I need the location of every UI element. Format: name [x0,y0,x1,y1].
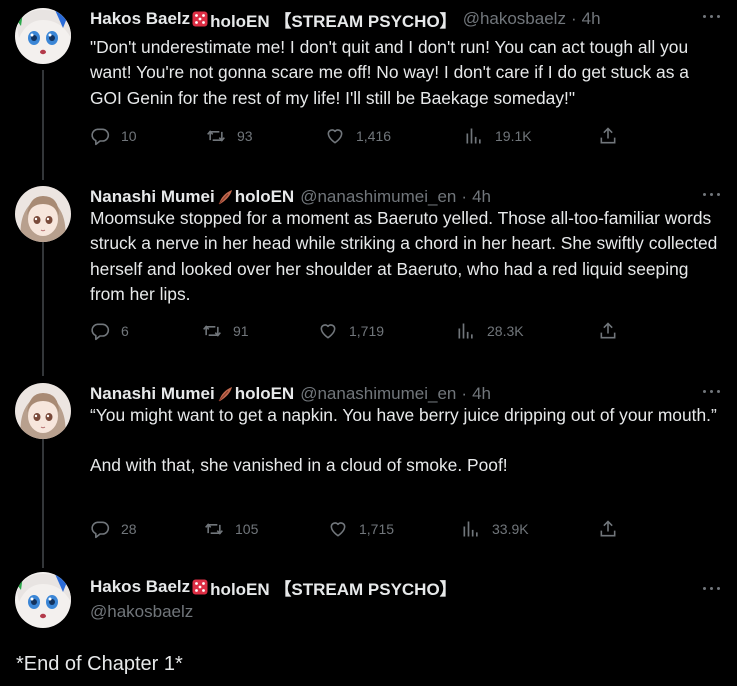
reply-icon [91,521,110,539]
reply-icon [91,323,110,341]
tweet-actions: 6 91 1,719 28.3K [90,321,720,345]
die-emoji [191,578,209,596]
display-name-suffix[interactable]: holoEN 【STREAM PSYCHO】 [210,7,457,32]
heart-icon [327,129,343,144]
retweet-button[interactable]: 91 [202,321,249,341]
tweet-paragraph: "Don't underestimate me! I don't quit an… [90,37,689,108]
tweet-paragraph: Moomsuke stopped for a moment as Baeruto… [90,208,718,305]
timestamp[interactable]: 4h [472,187,491,207]
views-button[interactable]: 19.1K [464,126,532,146]
views-count: 33.9K [492,521,529,537]
share-icon [600,322,616,339]
like-count: 1,715 [359,521,395,537]
share-icon [600,520,616,537]
like-count: 1,719 [349,323,385,339]
heart-icon [320,324,336,339]
separator-dot: · [461,187,468,206]
like-button[interactable]: 1,715 [328,519,394,539]
views-count: 19.1K [495,128,532,144]
share-button[interactable] [598,126,629,146]
share-button[interactable] [598,519,629,539]
views-icon [463,521,478,537]
tweet-paragraph: And with that, she vanished in a cloud o… [90,455,508,476]
display-name[interactable]: Hakos Baelz [90,9,190,29]
more-icon[interactable] [701,578,723,598]
display-name-suffix[interactable]: holoEN 【STREAM PSYCHO】 [210,575,457,600]
more-icon[interactable] [701,184,723,204]
views-icon [458,323,473,339]
timestamp[interactable]: 4h [472,384,491,404]
tweet-actions: 10 93 1,416 19.1K [90,126,720,150]
display-name[interactable]: Nanashi Mumei [90,384,215,404]
tweet-text: "Don't underestimate me! I don't quit an… [90,35,722,111]
user-handle[interactable]: @nanashimumei_en [300,384,456,404]
more-icon[interactable] [701,381,723,401]
reply-button[interactable]: 6 [90,321,129,341]
die-emoji [191,10,209,28]
views-count: 28.3K [487,323,524,339]
share-icon [600,127,616,144]
retweet-count: 105 [235,521,259,537]
views-button[interactable]: 33.9K [461,519,529,539]
views-icon [466,128,481,144]
share-button[interactable] [598,321,629,341]
reply-count: 28 [121,521,137,537]
tweet-text: *End of Chapter 1* [16,652,648,677]
avatar[interactable] [15,572,71,628]
tweet-header: Hakos Baelz holoEN 【STREAM PSYCHO】 [90,575,457,600]
display-name[interactable]: Hakos Baelz [90,577,190,597]
user-handle[interactable]: @hakosbaelz [463,9,566,29]
tweet[interactable]: Hakos Baelz holoEN 【STREAM PSYCHO】 @hako… [0,0,737,170]
user-handle[interactable]: @hakosbaelz [90,602,193,622]
like-button[interactable]: 1,416 [325,126,391,146]
tweet[interactable]: Nanashi Mumei holoEN @nanashimumei_en · … [0,375,737,565]
retweet-icon [207,130,225,142]
display-name[interactable]: Nanashi Mumei [90,187,215,207]
separator-dot: · [461,384,468,403]
tweet-paragraph: “You might want to get a napkin. You hav… [90,405,717,425]
timestamp[interactable]: 4h [582,9,601,29]
display-name-suffix[interactable]: holoEN [235,384,295,404]
tweet-header: Nanashi Mumei holoEN @nanashimumei_en · … [90,383,491,405]
tweet-header: Nanashi Mumei holoEN @nanashimumei_en · … [90,186,491,208]
tweet-header: Hakos Baelz holoEN 【STREAM PSYCHO】 @hako… [90,7,601,32]
tweet-paragraph: *End of Chapter 1* [16,653,183,675]
retweet-count: 93 [237,128,253,144]
retweet-count: 91 [233,323,249,339]
quill-emoji [216,188,234,206]
reply-count: 6 [121,323,129,339]
tweet-text: “You might want to get a napkin. You hav… [90,403,722,479]
tweet[interactable]: Nanashi Mumei holoEN @nanashimumei_en · … [0,178,737,368]
retweet-icon [205,523,223,535]
quill-emoji [216,385,234,403]
retweet-button[interactable]: 105 [204,519,258,539]
like-count: 1,416 [356,128,392,144]
retweet-icon [203,325,221,337]
reply-button[interactable]: 10 [90,126,137,146]
more-icon[interactable] [701,6,723,26]
avatar[interactable] [15,383,71,439]
like-button[interactable]: 1,719 [318,321,384,341]
tweet-actions: 28 105 1,715 33.9K [90,519,720,543]
avatar[interactable] [15,186,71,242]
tweet-focused[interactable]: Hakos Baelz holoEN 【STREAM PSYCHO】 @hako… [0,570,737,686]
display-name-suffix[interactable]: holoEN [235,187,295,207]
avatar[interactable] [15,8,71,64]
separator-dot: · [570,9,577,28]
reply-count: 10 [121,128,137,144]
reply-button[interactable]: 28 [90,519,137,539]
user-handle[interactable]: @nanashimumei_en [300,187,456,207]
views-button[interactable]: 28.3K [456,321,524,341]
tweet-text: Moomsuke stopped for a moment as Baeruto… [90,206,722,308]
reply-icon [91,128,110,146]
heart-icon [330,522,346,537]
retweet-button[interactable]: 93 [206,126,253,146]
